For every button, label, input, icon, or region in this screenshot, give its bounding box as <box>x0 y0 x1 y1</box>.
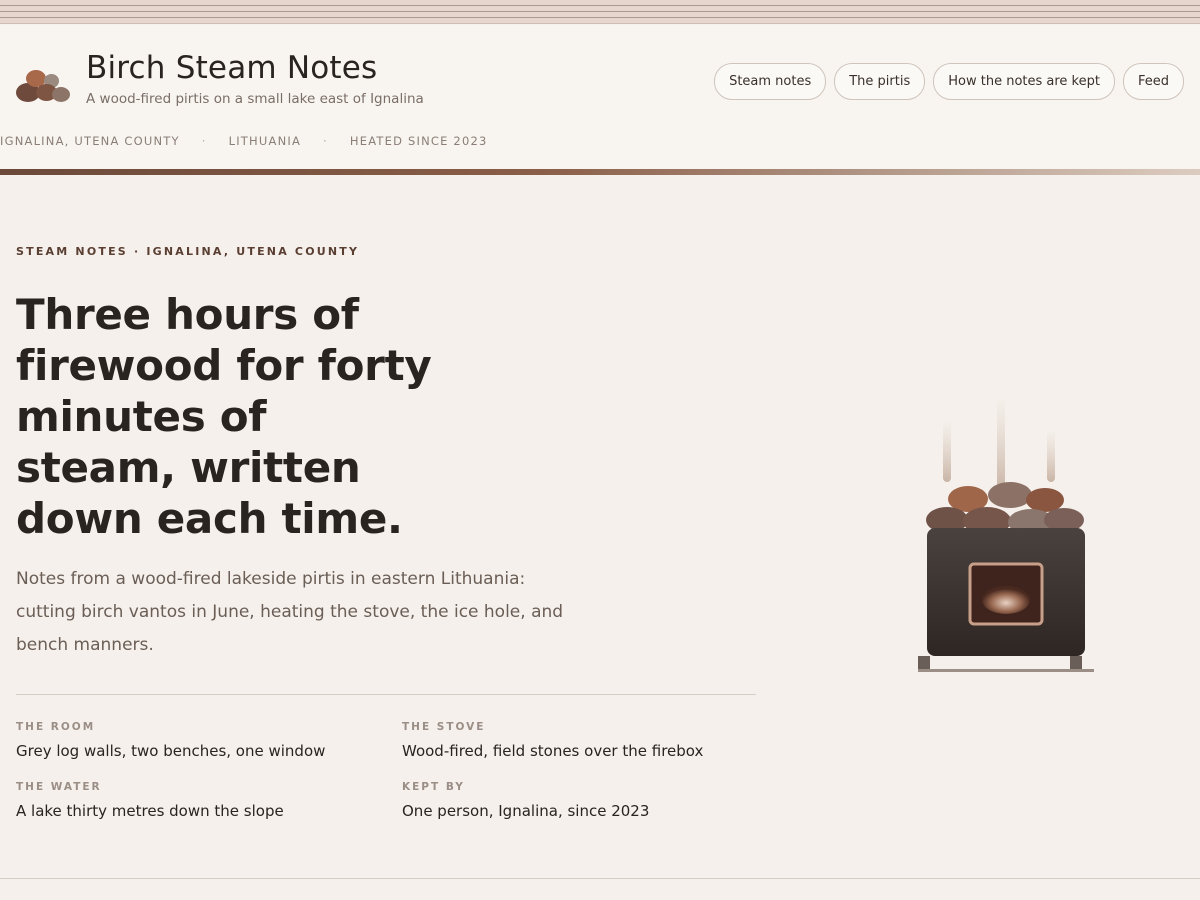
steam-wisps <box>943 398 1055 490</box>
fact-label: THE WATER <box>16 781 102 793</box>
steam-wisp <box>1047 430 1055 482</box>
fact-the-stove: THE STOVE Wood-fired, field stones over … <box>402 721 703 760</box>
fact-the-room: THE ROOM Grey log walls, two benches, on… <box>16 721 325 760</box>
steam-wisp <box>943 420 951 482</box>
main-nav: Steam notes The pirtis How the notes are… <box>714 63 1184 100</box>
decorative-top-stripes <box>0 0 1200 24</box>
fact-label: THE STOVE <box>402 721 486 733</box>
sauna-stove-illustration <box>918 398 1094 672</box>
hero-headline: Three hours of firewood for forty minute… <box>16 290 432 543</box>
hero-divider <box>16 694 756 695</box>
fire-glow <box>982 586 1030 614</box>
fact-kept-by: KEPT BY One person, Ignalina, since 2023 <box>402 781 649 820</box>
sauna-stones-icon[interactable] <box>16 70 72 106</box>
footer-rule <box>0 878 1200 879</box>
location-place: IGNALINA, UTENA COUNTY <box>0 134 180 148</box>
location-separator: · <box>323 134 328 148</box>
stove-base-line <box>918 669 1094 672</box>
hero-section: STEAM NOTES · IGNALINA, UTENA COUNTY Thr… <box>0 175 1200 878</box>
site-title[interactable]: Birch Steam Notes <box>86 50 377 86</box>
fact-value: A lake thirty metres down the slope <box>16 802 284 820</box>
location-row: IGNALINA, UTENA COUNTY · LITHUANIA · HEA… <box>0 134 488 148</box>
site-tagline: A wood-fired pirtis on a small lake east… <box>86 91 424 107</box>
location-since: HEATED SINCE 2023 <box>349 134 488 148</box>
stove-stones <box>926 482 1084 535</box>
hero-lede: Notes from a wood-fired lakeside pirtis … <box>16 569 564 655</box>
fact-value: Grey log walls, two benches, one window <box>16 742 326 760</box>
steam-wisp <box>997 398 1005 490</box>
fact-the-water: THE WATER A lake thirty metres down the … <box>16 781 284 820</box>
location-separator: · <box>201 134 207 148</box>
stone <box>988 482 1032 508</box>
stone <box>1026 488 1064 512</box>
fact-label: KEPT BY <box>402 781 465 793</box>
hero-eyebrow: STEAM NOTES · IGNALINA, UTENA COUNTY <box>16 245 360 258</box>
site-header: Birch Steam Notes A wood-fired pirtis on… <box>0 25 1200 169</box>
fact-value: One person, Ignalina, since 2023 <box>402 802 650 820</box>
fact-value: Wood-fired, field stones over the firebo… <box>402 742 704 760</box>
nav-link-steam-notes[interactable]: Steam notes <box>714 63 827 100</box>
nav-link-the-pirtis[interactable]: The pirtis <box>834 63 926 100</box>
nav-link-feed[interactable]: Feed <box>1122 63 1184 100</box>
nav-link-how-notes-are-kept[interactable]: How the notes are kept <box>933 63 1115 100</box>
location-country: LITHUANIA <box>228 134 302 148</box>
fact-label: THE ROOM <box>16 721 96 733</box>
